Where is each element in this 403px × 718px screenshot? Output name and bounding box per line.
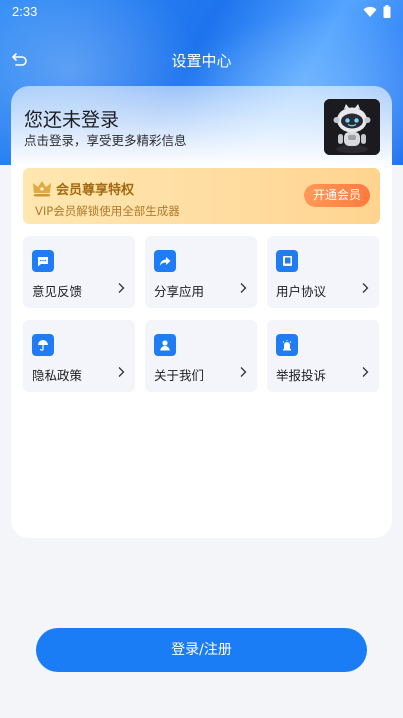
menu-item-share[interactable]: 分享应用	[145, 236, 257, 308]
chevron-right-icon	[362, 283, 369, 293]
top-bar: 设置中心	[0, 44, 403, 76]
menu-item-label: 意见反馈	[32, 284, 83, 299]
chevron-right-icon	[118, 283, 125, 293]
menu-item-label: 举报投诉	[276, 368, 327, 383]
login-title[interactable]: 您还未登录	[24, 105, 119, 132]
menu-item-about-us[interactable]: 关于我们	[145, 320, 257, 392]
book-icon	[276, 250, 298, 272]
chevron-right-icon	[240, 367, 247, 377]
chevron-right-icon	[118, 367, 125, 377]
umbrella-icon	[32, 334, 54, 356]
chevron-right-icon	[240, 283, 247, 293]
page-title: 设置中心	[171, 52, 232, 70]
battery-icon	[383, 5, 391, 18]
status-bar: 2:33	[0, 0, 403, 24]
wifi-icon	[363, 6, 377, 17]
message-icon	[32, 250, 54, 272]
status-time: 2:33	[12, 4, 38, 19]
vip-description: VIP会员解锁使用全部生成器	[35, 204, 180, 218]
vip-banner[interactable]: 会员尊享特权 VIP会员解锁使用全部生成器 开通会员	[23, 168, 380, 224]
open-membership-button[interactable]: 开通会员	[304, 184, 370, 207]
login-subtitle[interactable]: 点击登录，享受更多精彩信息	[24, 130, 187, 149]
menu-item-label: 隐私政策	[32, 368, 83, 383]
login-register-button[interactable]: 登录/注册	[36, 628, 367, 672]
menu-item-feedback[interactable]: 意见反馈	[23, 236, 135, 308]
chevron-right-icon	[362, 367, 369, 377]
menu-item-label: 关于我们	[154, 368, 205, 383]
crown-icon	[33, 181, 51, 197]
menu-item-user-agreement[interactable]: 用户协议	[267, 236, 379, 308]
menu-item-label: 用户协议	[276, 284, 327, 299]
person-icon	[154, 334, 176, 356]
menu-item-label: 分享应用	[154, 284, 205, 299]
vip-title: 会员尊享特权	[56, 183, 135, 198]
alarm-icon	[276, 334, 298, 356]
menu-item-report[interactable]: 举报投诉	[267, 320, 379, 392]
robot-avatar-icon	[324, 99, 380, 155]
avatar[interactable]	[324, 99, 380, 155]
menu-item-privacy-policy[interactable]: 隐私政策	[23, 320, 135, 392]
share-icon	[154, 250, 176, 272]
